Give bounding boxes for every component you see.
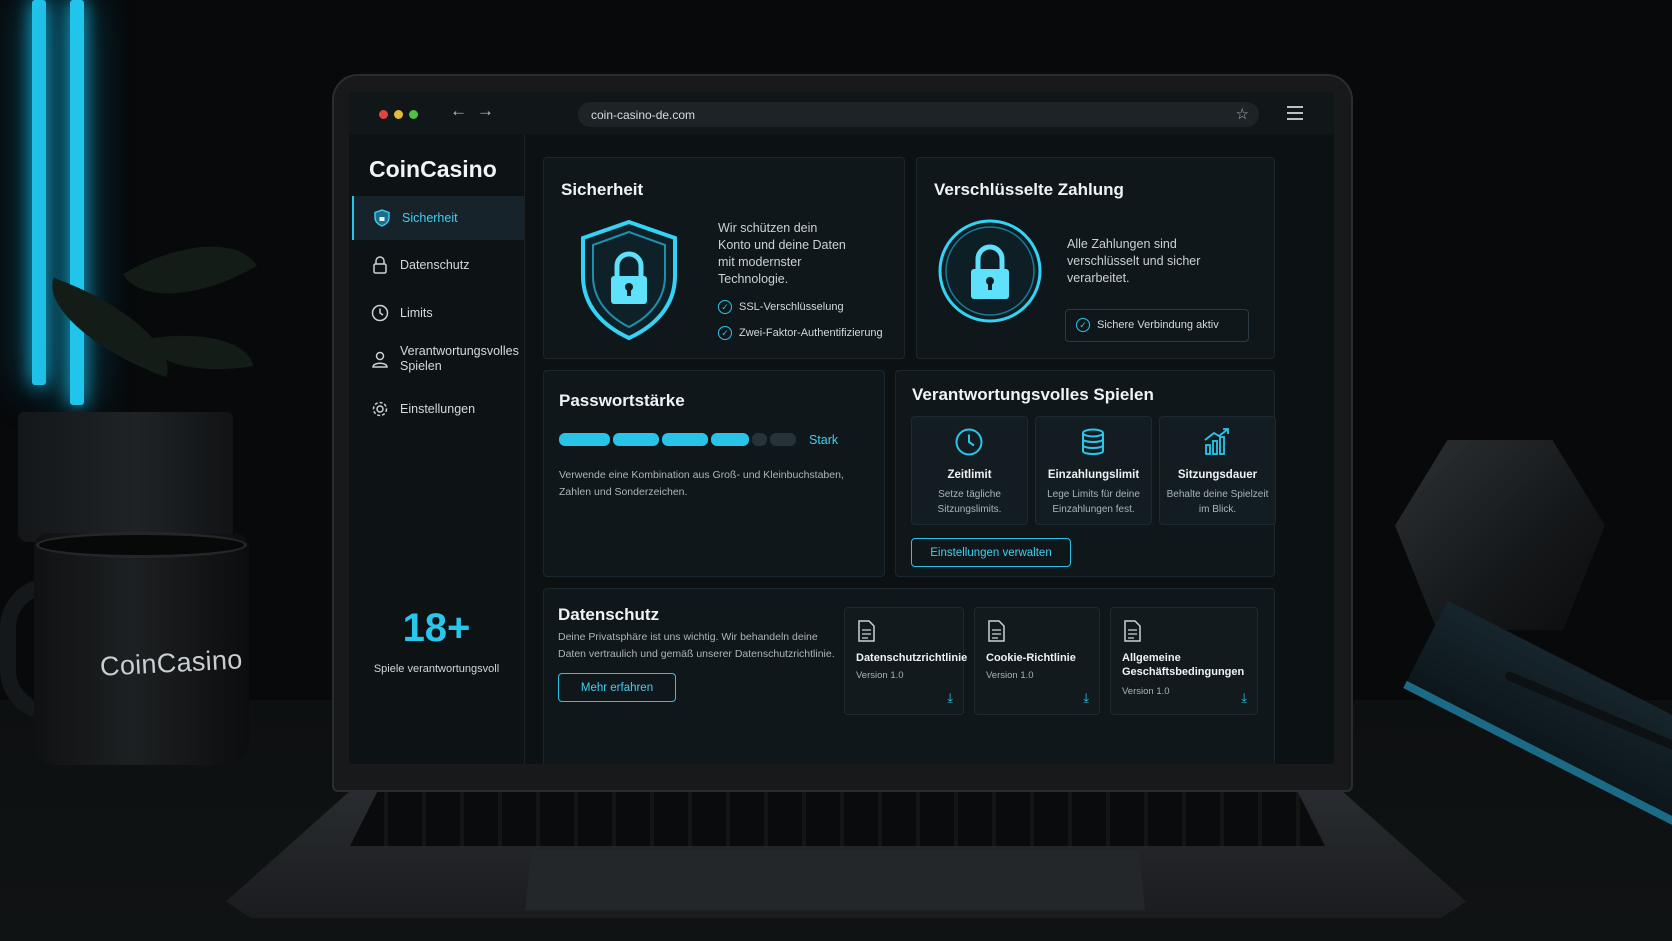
check-2fa: ✓ Zwei-Faktor-Authentifizierung	[718, 326, 883, 340]
sidebar-item-label: Datenschutz	[400, 257, 470, 272]
security-description: Wir schützen dein Konto und deine Daten …	[718, 221, 846, 286]
lock-icon	[370, 255, 390, 275]
document-icon	[1124, 620, 1141, 642]
check-label: SSL-Verschlüsselung	[739, 301, 844, 313]
sidebar-item-datenschutz[interactable]: Datenschutz	[352, 243, 522, 287]
sidebar-item-label: Limits	[400, 305, 433, 320]
password-title: Passwortstärke	[559, 391, 685, 410]
window-maximize-dot[interactable]	[409, 110, 418, 119]
clock-icon	[955, 428, 983, 456]
strength-segment-empty	[752, 433, 767, 446]
plant-pot	[18, 412, 233, 542]
feature-text: Behalte deine Spielzeit im Blick.	[1166, 489, 1269, 515]
circle-lock-icon	[938, 219, 1042, 323]
strength-segment-filled	[613, 433, 659, 446]
user-icon	[370, 349, 390, 369]
strength-segment-empty	[770, 433, 796, 446]
neon-light-left	[32, 0, 46, 385]
window-close-dot[interactable]	[379, 110, 388, 119]
strength-label: Stark	[809, 433, 839, 447]
check-icon: ✓	[718, 300, 732, 314]
document-version: Version 1.0	[856, 670, 904, 681]
feature-zeitlimit[interactable]: Zeitlimit Setze tägliche Sitzungslimits.	[911, 416, 1028, 525]
document-title: Datenschutzrichtlinie	[856, 652, 968, 664]
star-icon[interactable]: ☆	[1236, 105, 1249, 123]
document-version: Version 1.0	[986, 670, 1034, 681]
address-bar[interactable]: coin-casino-de.com ☆	[578, 102, 1259, 127]
privacy-title: Datenschutz	[558, 605, 660, 624]
privacy-card: Datenschutz Deine Privatsphäre ist uns w…	[543, 588, 1275, 764]
feature-title: Zeitlimit	[947, 469, 992, 481]
learn-more-button[interactable]: Mehr erfahren	[558, 673, 676, 702]
gear-icon	[370, 399, 390, 419]
mug-rim	[36, 532, 247, 558]
neon-light-right	[70, 0, 84, 405]
shield-icon	[372, 208, 392, 228]
payment-description: Alle Zahlungen sind verschlüsselt und si…	[1067, 237, 1201, 285]
coin-stack-icon	[1082, 428, 1104, 455]
document-title: Allgemeine Geschäftsbedingungen	[1122, 652, 1245, 678]
hamburger-menu-icon[interactable]	[1287, 106, 1303, 124]
feature-title: Sitzungsdauer	[1177, 469, 1258, 481]
feature-einzahlungslimit[interactable]: Einzahlungslimit Lege Limits für deine E…	[1035, 416, 1152, 525]
window-minimize-dot[interactable]	[394, 110, 403, 119]
forward-arrow-icon[interactable]: →	[477, 101, 494, 121]
check-icon: ✓	[1076, 318, 1090, 332]
sidebar-item-limits[interactable]: Limits	[352, 291, 522, 335]
password-hint: Verwende eine Kombination aus Groß- und …	[559, 469, 844, 498]
sidebar-item-sicherheit[interactable]: Sicherheit	[352, 196, 524, 240]
sidebar-item-label: Verantwortungsvolles Spielen	[400, 344, 519, 373]
document-datenschutzrichtlinie[interactable]: Datenschutzrichtlinie Version 1.0 ⤓	[844, 607, 968, 715]
sidebar-item-label: Einstellungen	[400, 401, 476, 416]
document-title: Cookie-Richtlinie	[986, 652, 1076, 664]
sidebar-item-verantwortungsvolles-spielen[interactable]: Verantwortungsvolles Spielen	[352, 337, 522, 381]
laptop-screen: ← → coin-casino-de.com ☆ CoinCasino Sich…	[349, 92, 1334, 764]
document-version: Version 1.0	[1122, 686, 1170, 697]
responsible-title: Verantwortungsvolles Spielen	[912, 385, 1154, 404]
password-card: Passwortstärke Stark Verwende eine Kombi…	[543, 370, 885, 577]
strength-segment-filled	[662, 433, 708, 446]
strength-segment-filled	[559, 433, 610, 446]
document-cookie-richtlinie[interactable]: Cookie-Richtlinie Version 1.0 ⤓	[974, 607, 1100, 715]
laptop-trackpad	[525, 850, 1145, 910]
document-icon	[988, 620, 1005, 642]
payment-card: Verschlüsselte Zahlung Alle Zahlungen si…	[916, 157, 1275, 359]
feature-text: Lege Limits für deine Einzahlungen fest.	[1047, 489, 1140, 515]
sidebar: CoinCasino Sicherheit Datenschutz Limits…	[349, 134, 525, 764]
download-icon[interactable]: ⤓	[1083, 690, 1089, 706]
brand-logo[interactable]: CoinCasino	[369, 156, 497, 183]
security-card: Sicherheit Wir schützen dein Konto und d…	[543, 157, 905, 359]
secure-connection-badge: ✓ Sichere Verbindung aktiv	[1065, 309, 1249, 342]
check-ssl: ✓ SSL-Verschlüsselung	[718, 300, 844, 314]
payment-title: Verschlüsselte Zahlung	[934, 180, 1124, 199]
manage-settings-button[interactable]: Einstellungen verwalten	[911, 538, 1071, 567]
clock-icon	[370, 303, 390, 323]
secure-connection-row: ✓ Sichere Verbindung aktiv	[1076, 318, 1219, 332]
check-icon: ✓	[718, 326, 732, 340]
document-agb[interactable]: Allgemeine Geschäftsbedingungen Version …	[1110, 607, 1258, 715]
download-icon[interactable]: ⤓	[1241, 690, 1247, 706]
responsible-gaming-card: Verantwortungsvolles Spielen Zeitlimit S…	[895, 370, 1276, 577]
age-text: Spiele verantwortungsvoll	[373, 663, 500, 675]
age-badge: 18+	[402, 606, 471, 650]
back-arrow-icon[interactable]: ←	[450, 101, 467, 121]
check-label: Zwei-Faktor-Authentifizierung	[739, 327, 883, 339]
chart-icon	[1204, 428, 1229, 455]
feature-text: Setze tägliche Sitzungslimits.	[937, 489, 1002, 515]
laptop-keyboard	[350, 788, 1325, 846]
feature-title: Einzahlungslimit	[1047, 469, 1140, 481]
privacy-description: Deine Privatsphäre ist uns wichtig. Wir …	[558, 631, 835, 660]
feature-sitzungsdauer[interactable]: Sitzungsdauer Behalte deine Spielzeit im…	[1159, 416, 1276, 525]
security-title: Sicherheit	[561, 180, 644, 199]
sidebar-item-label: Sicherheit	[402, 210, 458, 225]
browser-toolbar: ← → coin-casino-de.com ☆	[349, 92, 1334, 134]
shield-lock-icon	[581, 219, 677, 341]
sidebar-item-einstellungen[interactable]: Einstellungen	[352, 387, 522, 431]
secure-connection-label: Sichere Verbindung aktiv	[1097, 319, 1219, 331]
download-icon[interactable]: ⤓	[947, 690, 953, 706]
url-text: coin-casino-de.com	[591, 108, 696, 122]
strength-segment-filled	[711, 433, 749, 446]
document-icon	[858, 620, 875, 642]
